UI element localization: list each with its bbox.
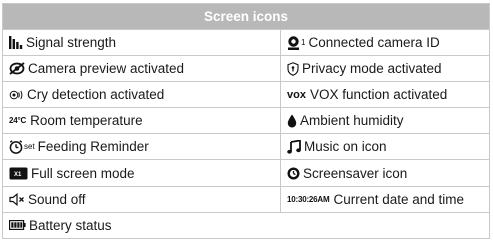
table-cell: X1 Full screen mode bbox=[3, 160, 280, 185]
battery-icon bbox=[9, 220, 26, 231]
table-row: Cry detection activated vox VOX function… bbox=[3, 81, 489, 108]
table-cell: Screensaver icon bbox=[280, 160, 489, 186]
table-header: Screen icons bbox=[3, 4, 489, 29]
table-cell: 1 Connected camera ID bbox=[280, 30, 489, 56]
music-note-icon bbox=[287, 139, 301, 154]
cell-label: VOX function activated bbox=[309, 87, 448, 103]
camera-preview-icon bbox=[9, 62, 25, 75]
cell-label: Current date and time bbox=[333, 191, 465, 207]
table-row: Battery status bbox=[3, 211, 489, 238]
cell-label: Room temperature bbox=[30, 113, 143, 129]
full-screen-icon-text: X1 bbox=[14, 172, 22, 178]
signal-strength-icon bbox=[9, 36, 23, 50]
feeding-clock-icon: set bbox=[9, 140, 35, 154]
table-cell: Ambient humidity bbox=[280, 108, 489, 134]
cell-label: Sound off bbox=[28, 191, 86, 207]
cry-detection-icon bbox=[9, 89, 24, 101]
table-row: X1 Full screen mode Screensaver icon bbox=[3, 159, 489, 186]
sound-off-icon bbox=[9, 192, 25, 206]
table-cell: Signal strength bbox=[3, 30, 280, 55]
temperature-icon: 24°C bbox=[9, 116, 27, 126]
full-screen-icon: X1 bbox=[9, 167, 28, 180]
table-cell: 10:30:26AM Current date and time bbox=[280, 186, 489, 212]
table-cell: Battery status bbox=[3, 213, 489, 238]
privacy-shield-icon bbox=[287, 61, 299, 76]
table-cell: Sound off bbox=[3, 187, 280, 212]
cell-label: Battery status bbox=[29, 217, 112, 233]
cell-label: Ambient humidity bbox=[300, 113, 404, 129]
table-cell: Camera preview activated bbox=[3, 56, 280, 81]
cell-label: Music on icon bbox=[304, 139, 387, 155]
cell-label: Full screen mode bbox=[31, 165, 135, 181]
table-cell: 24°C Room temperature bbox=[3, 108, 280, 133]
cell-label: Signal strength bbox=[26, 35, 117, 51]
table-cell: vox VOX function activated bbox=[280, 82, 489, 108]
table-row: Signal strength 1 Connected camera ID bbox=[3, 29, 489, 56]
cell-label: Connected camera ID bbox=[308, 35, 440, 51]
table-cell: Cry detection activated bbox=[3, 82, 280, 107]
vox-icon: vox bbox=[287, 88, 306, 101]
table-row: set Feeding Reminder Music on icon bbox=[3, 133, 489, 160]
table-cell: set Feeding Reminder bbox=[3, 134, 280, 159]
cell-label: Cry detection activated bbox=[27, 87, 165, 103]
screensaver-icon bbox=[287, 167, 300, 180]
clock-readout-icon: 10:30:26AM bbox=[287, 194, 330, 204]
screen-icons-table: Screen icons Signal strength 1 Connected… bbox=[2, 3, 490, 239]
table-cell: Music on icon bbox=[280, 134, 489, 160]
cell-label: Camera preview activated bbox=[28, 61, 185, 77]
table-row: Camera preview activated Privacy mode ac… bbox=[3, 55, 489, 82]
camera-id-icon: 1 bbox=[287, 35, 305, 50]
cell-label: Feeding Reminder bbox=[37, 139, 149, 155]
cell-label: Screensaver icon bbox=[303, 165, 408, 181]
table-row: 24°C Room temperature Ambient humidity bbox=[3, 107, 489, 134]
table-cell: Privacy mode activated bbox=[280, 56, 489, 82]
cell-label: Privacy mode activated bbox=[302, 61, 442, 77]
table-row: Sound off 10:30:26AM Current date and ti… bbox=[3, 185, 489, 212]
humidity-drop-icon bbox=[287, 114, 297, 128]
